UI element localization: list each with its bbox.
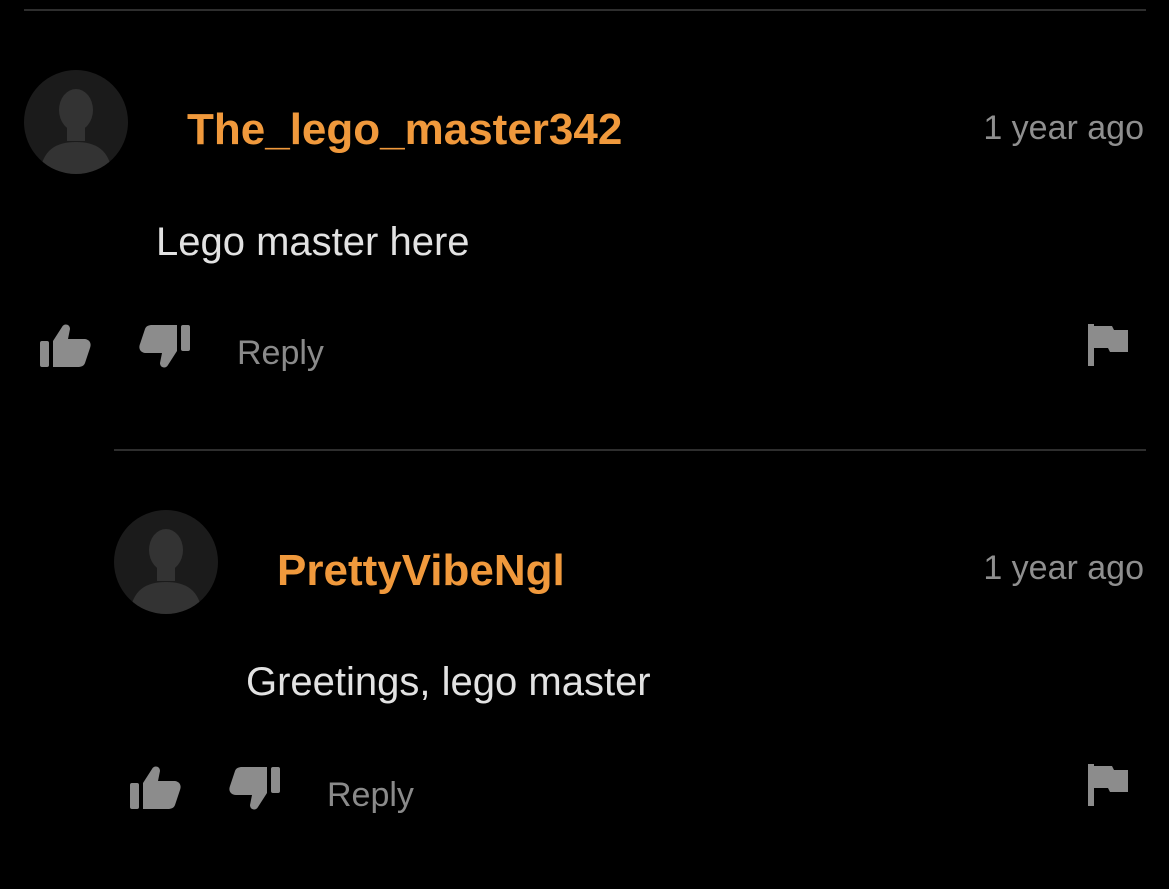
comments-section: The_lego_master342 1 year ago Lego maste… bbox=[0, 0, 1169, 889]
reply-button[interactable]: Reply bbox=[327, 778, 414, 812]
timestamp: 1 year ago bbox=[983, 109, 1144, 147]
flag-icon[interactable] bbox=[1088, 764, 1128, 806]
timestamp: 1 year ago bbox=[983, 549, 1144, 587]
flag-icon[interactable] bbox=[1088, 324, 1128, 366]
default-user-icon bbox=[130, 529, 202, 614]
thumbs-up-icon[interactable] bbox=[40, 323, 92, 369]
default-user-icon bbox=[40, 89, 112, 174]
username[interactable]: The_lego_master342 bbox=[187, 108, 622, 152]
username[interactable]: PrettyVibeNgl bbox=[277, 549, 565, 593]
reply-button[interactable]: Reply bbox=[237, 336, 324, 370]
comment-text: Lego master here bbox=[156, 220, 470, 264]
thumbs-down-icon[interactable] bbox=[138, 323, 190, 369]
avatar[interactable] bbox=[114, 510, 218, 614]
comment-1: The_lego_master342 1 year ago Lego maste… bbox=[0, 0, 1169, 440]
comment-text: Greetings, lego master bbox=[246, 660, 651, 704]
avatar[interactable] bbox=[24, 70, 128, 174]
thumbs-down-icon[interactable] bbox=[228, 765, 280, 811]
reply-divider bbox=[114, 449, 1146, 451]
thumbs-up-icon[interactable] bbox=[130, 765, 182, 811]
